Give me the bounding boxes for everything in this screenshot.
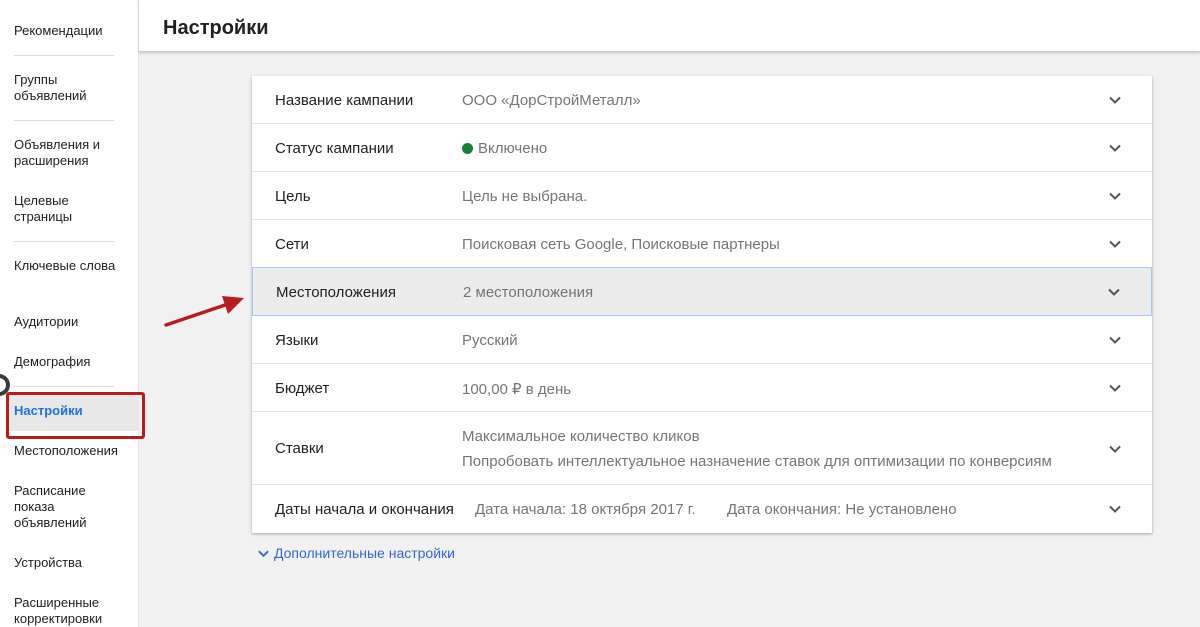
setting-value: 2 местоположения xyxy=(463,284,594,301)
setting-row-languages[interactable]: Языки Русский xyxy=(252,316,1152,364)
sidebar-item-demographics[interactable]: Демография xyxy=(14,354,124,370)
setting-value: Поисковая сеть Google, Поисковые партнер… xyxy=(462,236,780,253)
status-text: Включено xyxy=(478,140,548,157)
chevron-down-icon[interactable] xyxy=(1108,189,1122,203)
setting-label: Бюджет xyxy=(275,380,330,397)
setting-row-budget[interactable]: Бюджет 100,00 ₽ в день xyxy=(252,364,1152,412)
chevron-down-icon[interactable] xyxy=(1108,237,1122,251)
sidebar-item-ads-extensions[interactable]: Объявления и расширения xyxy=(14,137,124,169)
setting-value: Цель не выбрана. xyxy=(462,188,588,205)
sidebar-item-ad-groups[interactable]: Группы объявлений xyxy=(14,72,124,104)
sidebar-divider xyxy=(14,241,114,242)
smart-bidding-link[interactable]: Попробовать интеллектуальное назначение … xyxy=(462,453,1052,470)
status-enabled-icon xyxy=(462,143,473,154)
setting-row-dates[interactable]: Даты начала и окончания Дата начала: 18 … xyxy=(252,485,1152,533)
chevron-down-icon[interactable] xyxy=(1108,442,1122,456)
additional-settings-label: Дополнительные настройки xyxy=(274,545,455,561)
setting-label: Даты начала и окончания xyxy=(275,501,454,518)
chevron-down-icon[interactable] xyxy=(1108,502,1122,516)
setting-row-goal[interactable]: Цель Цель не выбрана. xyxy=(252,172,1152,220)
setting-value: ООО «ДорСтройМеталл» xyxy=(462,92,641,109)
setting-row-campaign-status[interactable]: Статус кампании Включено xyxy=(252,124,1152,172)
chevron-down-icon[interactable] xyxy=(1108,381,1122,395)
annotation-arrow-icon xyxy=(164,296,244,327)
setting-label: Сети xyxy=(275,236,309,253)
end-date-value: Дата окончания: Не установлено xyxy=(727,501,957,518)
sidebar-item-keywords[interactable]: Ключевые слова xyxy=(14,258,124,274)
chevron-down-icon[interactable] xyxy=(1107,285,1121,299)
sidebar-item-locations[interactable]: Местоположения xyxy=(14,443,124,459)
setting-row-networks[interactable]: Сети Поисковая сеть Google, Поисковые па… xyxy=(252,220,1152,268)
page-header: Настройки xyxy=(139,0,1200,52)
setting-value: Включено xyxy=(462,140,547,157)
sidebar-item-audiences[interactable]: Аудитории xyxy=(14,314,124,330)
chevron-down-icon[interactable] xyxy=(1108,93,1122,107)
additional-settings-toggle[interactable]: Дополнительные настройки xyxy=(257,545,455,561)
setting-label: Ставки xyxy=(275,440,324,457)
sidebar-item-landing-pages[interactable]: Целевые страницы xyxy=(14,193,124,225)
sidebar-divider xyxy=(14,386,114,387)
setting-row-bidding[interactable]: Ставки Максимальное количество кликов По… xyxy=(252,412,1152,485)
setting-label: Цель xyxy=(275,188,311,205)
setting-value: Максимальное количество кликов xyxy=(462,428,700,445)
sidebar-item-recommendations[interactable]: Рекомендации xyxy=(14,23,124,39)
setting-row-campaign-name[interactable]: Название кампании ООО «ДорСтройМеталл» xyxy=(252,76,1152,124)
setting-label: Название кампании xyxy=(275,92,414,109)
sidebar-divider xyxy=(14,120,114,121)
start-date-value: Дата начала: 18 октября 2017 г. xyxy=(475,501,696,518)
setting-label: Статус кампании xyxy=(275,140,394,157)
chevron-down-icon[interactable] xyxy=(1108,333,1122,347)
sidebar-divider xyxy=(14,55,114,56)
annotation-highlight-box xyxy=(6,392,145,439)
sidebar-nav: Рекомендации Группы объявлений Объявлени… xyxy=(0,0,145,627)
setting-value: Русский xyxy=(462,332,518,349)
page-title: Настройки xyxy=(163,17,269,39)
chevron-down-icon[interactable] xyxy=(1108,141,1122,155)
settings-card: Название кампании ООО «ДорСтройМеталл» С… xyxy=(252,76,1152,533)
chevron-down-icon xyxy=(258,550,269,558)
setting-label: Местоположения xyxy=(276,284,396,301)
sidebar-item-ad-schedule[interactable]: Расписание показа объявлений xyxy=(14,483,124,531)
setting-label: Языки xyxy=(275,332,319,349)
setting-value: 100,00 ₽ в день xyxy=(462,381,572,398)
setting-row-locations[interactable]: Местоположения 2 местоположения xyxy=(252,267,1152,316)
sidebar-item-advanced-adjustments[interactable]: Расширенные корректировки xyxy=(14,595,124,627)
sidebar-item-devices[interactable]: Устройства xyxy=(14,555,124,571)
